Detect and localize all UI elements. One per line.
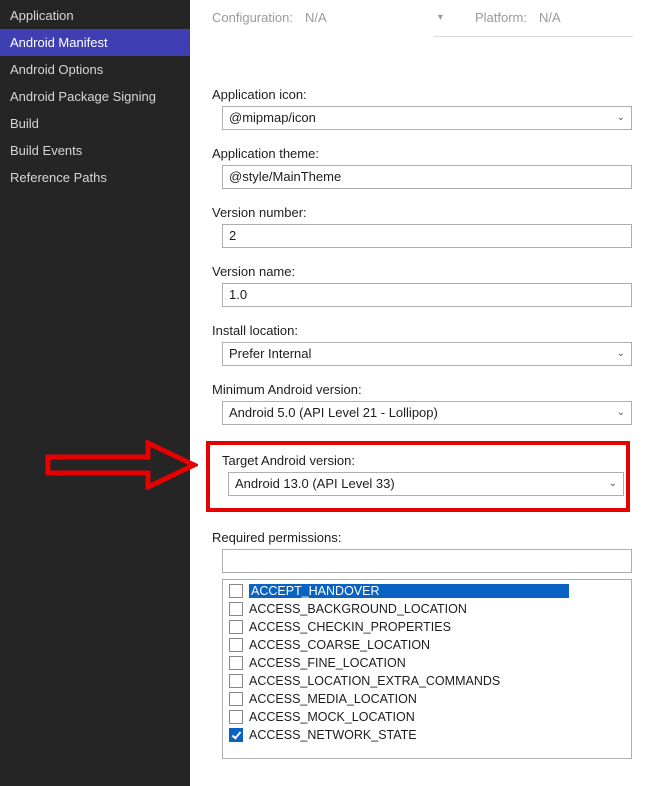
field-required-permissions: Required permissions: ACCEPT_HANDOVERACC… bbox=[212, 530, 633, 759]
chevron-down-icon: ⌄ bbox=[617, 402, 625, 424]
permission-checkbox[interactable] bbox=[229, 620, 243, 634]
version-name-label: Version name: bbox=[212, 264, 633, 279]
permission-label: ACCESS_CHECKIN_PROPERTIES bbox=[249, 620, 451, 634]
sidebar-item-reference-paths[interactable]: Reference Paths bbox=[0, 164, 190, 191]
sidebar: Application Android Manifest Android Opt… bbox=[0, 0, 190, 786]
minimum-android-version-value: Android 5.0 (API Level 21 - Lollipop) bbox=[229, 402, 438, 424]
application-theme-input[interactable]: @style/MainTheme bbox=[222, 165, 632, 189]
install-location-value: Prefer Internal bbox=[229, 343, 311, 365]
chevron-down-icon: ▾ bbox=[438, 12, 443, 23]
permission-item[interactable]: ACCESS_MEDIA_LOCATION bbox=[223, 690, 631, 708]
permissions-list[interactable]: ACCEPT_HANDOVER ACCESS_BACKGROUND_LOCATIO… bbox=[222, 579, 632, 759]
permission-item[interactable]: ACCESS_MOCK_LOCATION bbox=[223, 708, 631, 726]
sidebar-item-label: Build Events bbox=[10, 143, 82, 158]
sidebar-item-android-manifest[interactable]: Android Manifest bbox=[0, 29, 190, 56]
version-number-value: 2 bbox=[229, 225, 236, 247]
permission-checkbox[interactable] bbox=[229, 674, 243, 688]
install-location-label: Install location: bbox=[212, 323, 633, 338]
permission-item[interactable]: ACCESS_FINE_LOCATION bbox=[223, 654, 631, 672]
field-install-location: Install location: Prefer Internal ⌄ bbox=[212, 323, 633, 366]
sidebar-item-label: Build bbox=[10, 116, 39, 131]
sidebar-item-application[interactable]: Application bbox=[0, 2, 190, 29]
required-permissions-label: Required permissions: bbox=[212, 530, 633, 545]
sidebar-item-label: Application bbox=[10, 8, 74, 23]
permission-item[interactable]: ACCESS_LOCATION_EXTRA_COMMANDS bbox=[223, 672, 631, 690]
permission-item[interactable]: ACCESS_BACKGROUND_LOCATION bbox=[223, 600, 631, 618]
permission-item[interactable]: ACCESS_NETWORK_STATE bbox=[223, 726, 631, 744]
permission-label: ACCESS_COARSE_LOCATION bbox=[249, 638, 430, 652]
permission-checkbox[interactable] bbox=[229, 584, 243, 598]
topbar: Configuration: N/A ▾ Platform: N/A bbox=[212, 8, 633, 27]
permission-label: ACCESS_FINE_LOCATION bbox=[249, 656, 406, 670]
chevron-down-icon: ⌄ bbox=[617, 107, 625, 129]
version-number-input[interactable]: 2 bbox=[222, 224, 632, 248]
permission-checkbox[interactable] bbox=[229, 710, 243, 724]
application-theme-label: Application theme: bbox=[212, 146, 633, 161]
permissions-search-input[interactable] bbox=[222, 549, 632, 573]
version-name-input[interactable]: 1.0 bbox=[222, 283, 632, 307]
sidebar-item-android-options[interactable]: Android Options bbox=[0, 56, 190, 83]
permission-label: ACCESS_NETWORK_STATE bbox=[249, 728, 417, 742]
sidebar-item-label: Android Manifest bbox=[10, 35, 108, 50]
permission-checkbox[interactable] bbox=[229, 692, 243, 706]
application-theme-value: @style/MainTheme bbox=[229, 166, 341, 188]
sidebar-item-label: Android Options bbox=[10, 62, 103, 77]
application-icon-label: Application icon: bbox=[212, 87, 633, 102]
annotation-highlight-box: Target Android version: Android 13.0 (AP… bbox=[206, 441, 630, 512]
permission-label: ACCESS_LOCATION_EXTRA_COMMANDS bbox=[249, 674, 500, 688]
permission-label: ACCESS_MOCK_LOCATION bbox=[249, 710, 415, 724]
target-android-version-label: Target Android version: bbox=[222, 453, 616, 468]
permission-label: ACCESS_BACKGROUND_LOCATION bbox=[249, 602, 467, 616]
permission-item[interactable]: ACCESS_CHECKIN_PROPERTIES bbox=[223, 618, 631, 636]
configuration-select[interactable]: N/A ▾ bbox=[299, 8, 449, 27]
field-application-icon: Application icon: @mipmap/icon ⌄ bbox=[212, 87, 633, 130]
sidebar-item-label: Reference Paths bbox=[10, 170, 107, 185]
permission-item[interactable]: ACCESS_COARSE_LOCATION bbox=[223, 636, 631, 654]
field-application-theme: Application theme: @style/MainTheme bbox=[212, 146, 633, 189]
field-minimum-android-version: Minimum Android version: Android 5.0 (AP… bbox=[212, 382, 633, 425]
permission-checkbox[interactable] bbox=[229, 728, 243, 742]
target-android-version-value: Android 13.0 (API Level 33) bbox=[235, 473, 395, 495]
main-panel: Configuration: N/A ▾ Platform: N/A Appli… bbox=[190, 0, 645, 786]
sidebar-item-build[interactable]: Build bbox=[0, 110, 190, 137]
chevron-down-icon: ⌄ bbox=[609, 473, 617, 495]
application-icon-select[interactable]: @mipmap/icon ⌄ bbox=[222, 106, 632, 130]
version-number-label: Version number: bbox=[212, 205, 633, 220]
field-version-number: Version number: 2 bbox=[212, 205, 633, 248]
chevron-down-icon: ⌄ bbox=[617, 343, 625, 365]
permission-checkbox[interactable] bbox=[229, 656, 243, 670]
permission-label: ACCESS_MEDIA_LOCATION bbox=[249, 692, 417, 706]
sidebar-item-android-package-signing[interactable]: Android Package Signing bbox=[0, 83, 190, 110]
sidebar-item-label: Android Package Signing bbox=[10, 89, 156, 104]
permission-checkbox[interactable] bbox=[229, 638, 243, 652]
configuration-label: Configuration: bbox=[212, 10, 293, 25]
version-name-value: 1.0 bbox=[229, 284, 247, 306]
sidebar-item-build-events[interactable]: Build Events bbox=[0, 137, 190, 164]
platform-value: N/A bbox=[539, 10, 561, 25]
platform-select[interactable]: N/A bbox=[533, 8, 613, 27]
minimum-android-version-select[interactable]: Android 5.0 (API Level 21 - Lollipop) ⌄ bbox=[222, 401, 632, 425]
permission-checkbox[interactable] bbox=[229, 602, 243, 616]
field-version-name: Version name: 1.0 bbox=[212, 264, 633, 307]
divider bbox=[434, 36, 633, 37]
permission-label: ACCEPT_HANDOVER bbox=[249, 584, 569, 598]
minimum-android-version-label: Minimum Android version: bbox=[212, 382, 633, 397]
configuration-value: N/A bbox=[305, 10, 327, 25]
application-icon-value: @mipmap/icon bbox=[229, 107, 316, 129]
target-android-version-select[interactable]: Android 13.0 (API Level 33) ⌄ bbox=[228, 472, 624, 496]
install-location-select[interactable]: Prefer Internal ⌄ bbox=[222, 342, 632, 366]
permission-item[interactable]: ACCEPT_HANDOVER bbox=[223, 582, 631, 600]
platform-label: Platform: bbox=[475, 10, 527, 25]
